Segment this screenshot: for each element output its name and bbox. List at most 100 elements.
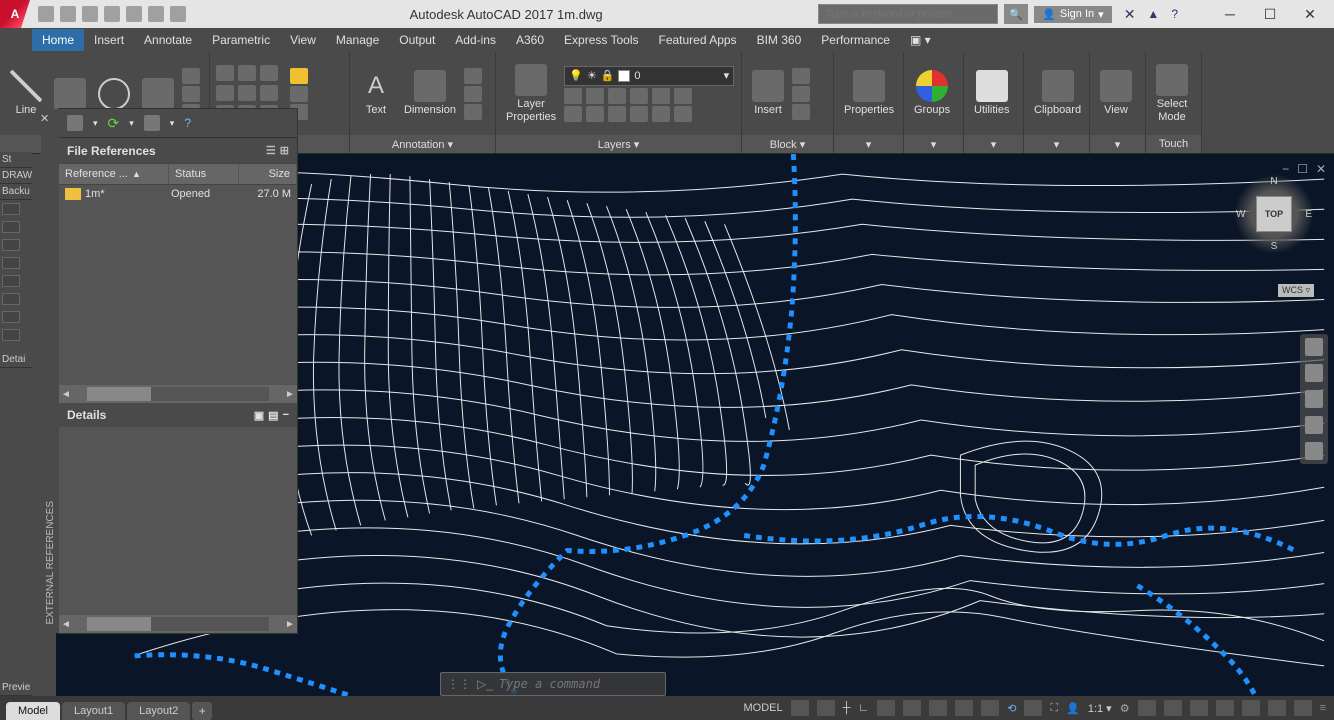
tab-annotate[interactable]: Annotate [134,29,202,51]
a360-icon[interactable]: ▲ [1147,7,1159,21]
attach-icon[interactable] [67,115,83,131]
layer-tool-9[interactable] [608,106,626,122]
tab-parametric[interactable]: Parametric [202,29,280,51]
folder-icon[interactable] [2,293,20,305]
layer-tool-12[interactable] [674,106,692,122]
fillet-icon[interactable] [260,85,278,101]
showmotion-icon[interactable] [1305,442,1323,460]
qat-redo-icon[interactable] [170,6,186,22]
groups-button[interactable]: Groups [910,68,954,118]
qat-plot-icon[interactable] [126,6,142,22]
clipboard-button[interactable]: Clipboard [1030,68,1085,118]
layer-properties-button[interactable]: Layer Properties [502,62,560,124]
properties-button[interactable]: Properties [840,68,898,118]
add-layout-button[interactable]: + [192,702,212,720]
dimension-button[interactable]: Dimension [400,68,460,118]
anno-icon[interactable] [1024,700,1042,716]
viewcube-w[interactable]: W [1236,209,1245,220]
tab-output[interactable]: Output [389,29,445,51]
block-panel-label[interactable]: Block ▾ [742,135,833,153]
detail-collapse-icon[interactable]: − [283,409,289,422]
search-button[interactable]: 🔍 [1004,4,1028,24]
viewport-close[interactable]: ✕ [1316,162,1326,176]
layer-tool-3[interactable] [608,88,626,104]
layer-tool-11[interactable] [652,106,670,122]
table-icon[interactable] [464,86,482,102]
folder-icon[interactable] [2,275,20,287]
trim-icon[interactable] [260,65,278,81]
orbit-icon[interactable] [1305,416,1323,434]
palette-tab[interactable]: St [0,152,32,168]
copy-icon[interactable] [216,85,234,101]
polyline-button[interactable] [50,76,90,112]
layer-tool-10[interactable] [630,106,648,122]
wcs-menu[interactable]: WCS ▿ [1278,284,1314,297]
folder-icon[interactable] [2,221,20,233]
layout-tab-model[interactable]: Model [6,702,60,720]
mirror-icon[interactable] [238,85,256,101]
annotation-panel-label[interactable]: Annotation ▾ [350,135,495,153]
select-mode-button[interactable]: Select Mode [1152,62,1192,124]
layer-tool-5[interactable] [652,88,670,104]
list-view-icon[interactable]: ☰ [266,144,276,157]
viewport-minimize[interactable]: − [1282,162,1289,176]
maximize-button[interactable]: ☐ [1250,0,1290,28]
layer-tool-1[interactable] [564,88,582,104]
snap-toggle-icon[interactable] [817,700,835,716]
tree-view-icon[interactable]: ⊞ [280,144,289,157]
hardware-icon[interactable] [1242,700,1260,716]
tab-view[interactable]: View [280,29,326,51]
lwt-toggle-icon[interactable] [955,700,973,716]
ellipse-icon[interactable] [182,86,200,102]
scroll-thumb[interactable] [87,387,151,401]
layer-tool-6[interactable] [674,88,692,104]
layer-tool-4[interactable] [630,88,648,104]
xref-row[interactable]: 1m* Opened 27.0 M [59,185,297,203]
signin-button[interactable]: 👤 Sign In ▾ [1034,6,1111,23]
tab-a360[interactable]: A360 [506,29,554,51]
anno-monitor-icon[interactable] [1164,700,1182,716]
leader-icon[interactable] [464,68,482,84]
isolate-icon[interactable] [1268,700,1286,716]
help-icon[interactable]: ? [1171,7,1178,21]
explode-icon[interactable] [290,86,308,102]
fullnav-icon[interactable] [1305,338,1323,356]
qat-undo-icon[interactable] [148,6,164,22]
otrack-toggle-icon[interactable] [929,700,947,716]
units-icon[interactable] [1190,700,1208,716]
command-input[interactable] [499,677,659,691]
tab-performance[interactable]: Performance [811,29,900,51]
status-scale[interactable]: 1:1 ▾ [1088,702,1112,715]
circle-button[interactable] [94,76,134,112]
zoom-icon[interactable] [1305,390,1323,408]
tab-manage[interactable]: Manage [326,29,389,51]
qat-saveas-icon[interactable] [104,6,120,22]
folder-icon[interactable] [2,329,20,341]
tab-bim360[interactable]: BIM 360 [747,29,812,51]
exchange-icon[interactable]: ✕ [1124,6,1136,23]
help-search-input[interactable] [819,8,997,20]
cycling-icon[interactable]: ⟲ [1007,702,1016,715]
col-name[interactable]: Reference ... ▲ [59,164,169,184]
layer-tool-7[interactable] [564,106,582,122]
viewcube-e[interactable]: E [1305,209,1312,220]
layout-tab-1[interactable]: Layout1 [62,702,125,720]
insert-button[interactable]: Insert [748,68,788,118]
viewcube-top[interactable]: TOP [1256,196,1292,232]
grid-toggle-icon[interactable] [791,700,809,716]
qat-new-icon[interactable] [38,6,54,22]
mtext-icon[interactable] [464,104,482,120]
layout-tab-2[interactable]: Layout2 [127,702,190,720]
refresh-icon[interactable]: ⟳ [108,115,120,132]
qat-open-icon[interactable] [60,6,76,22]
tab-home[interactable]: Home [32,29,84,51]
rotate-icon[interactable] [238,65,256,81]
folder-icon[interactable] [2,257,20,269]
scroll-thumb[interactable] [87,617,151,631]
close-button[interactable]: ✕ [1290,0,1330,28]
minimize-button[interactable]: ─ [1210,0,1250,28]
polar-toggle-icon[interactable] [877,700,895,716]
folder-icon[interactable] [2,203,20,215]
rectangle-icon[interactable] [182,68,200,84]
tab-addins[interactable]: Add-ins [445,29,506,51]
